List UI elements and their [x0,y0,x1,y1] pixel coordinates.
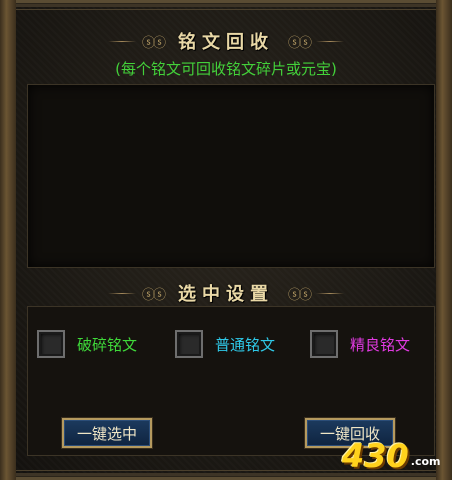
settings-divider-left [107,292,136,294]
site-watermark-logo: 430 .com [342,434,446,474]
recycle-description: (每个铭文可回收铭文碎片或元宝) [115,60,337,78]
ornament-icon: ⓢⓢ [288,35,312,51]
settings-title: 选中设置 [178,284,274,305]
ornament-icon: ⓢⓢ [141,35,166,51]
window-title: 铭文回收 [178,32,274,53]
fine-inscription-label: 精良铭文 [350,335,411,354]
normal-inscription-label: 普通铭文 [215,335,276,354]
settings-header: ⓢⓢ 选中设置 ⓢⓢ [0,280,452,306]
normal-inscription-checkbox[interactable] [175,330,203,358]
title-divider-right [316,40,345,42]
title-divider-left [107,40,136,42]
settings-divider-right [316,292,345,294]
fine-inscription-checkbox[interactable] [310,330,338,358]
watermark-number: 430 [342,437,409,475]
ornament-icon: ⓢⓢ [288,287,312,303]
title-bar: ⓢⓢ 铭文回收 ⓢⓢ [0,28,452,54]
option-fine-inscription[interactable]: 精良铭文 [310,330,410,358]
inscription-slot-area[interactable] [27,84,435,268]
ornament-icon: ⓢⓢ [141,287,166,303]
select-all-button[interactable]: 一键选中 [62,418,152,448]
watermark-domain: .com [410,455,441,468]
broken-inscription-checkbox[interactable] [37,330,65,358]
option-broken-inscription[interactable]: 破碎铭文 [37,330,137,358]
broken-inscription-label: 破碎铭文 [77,335,138,354]
option-normal-inscription[interactable]: 普通铭文 [175,330,275,358]
